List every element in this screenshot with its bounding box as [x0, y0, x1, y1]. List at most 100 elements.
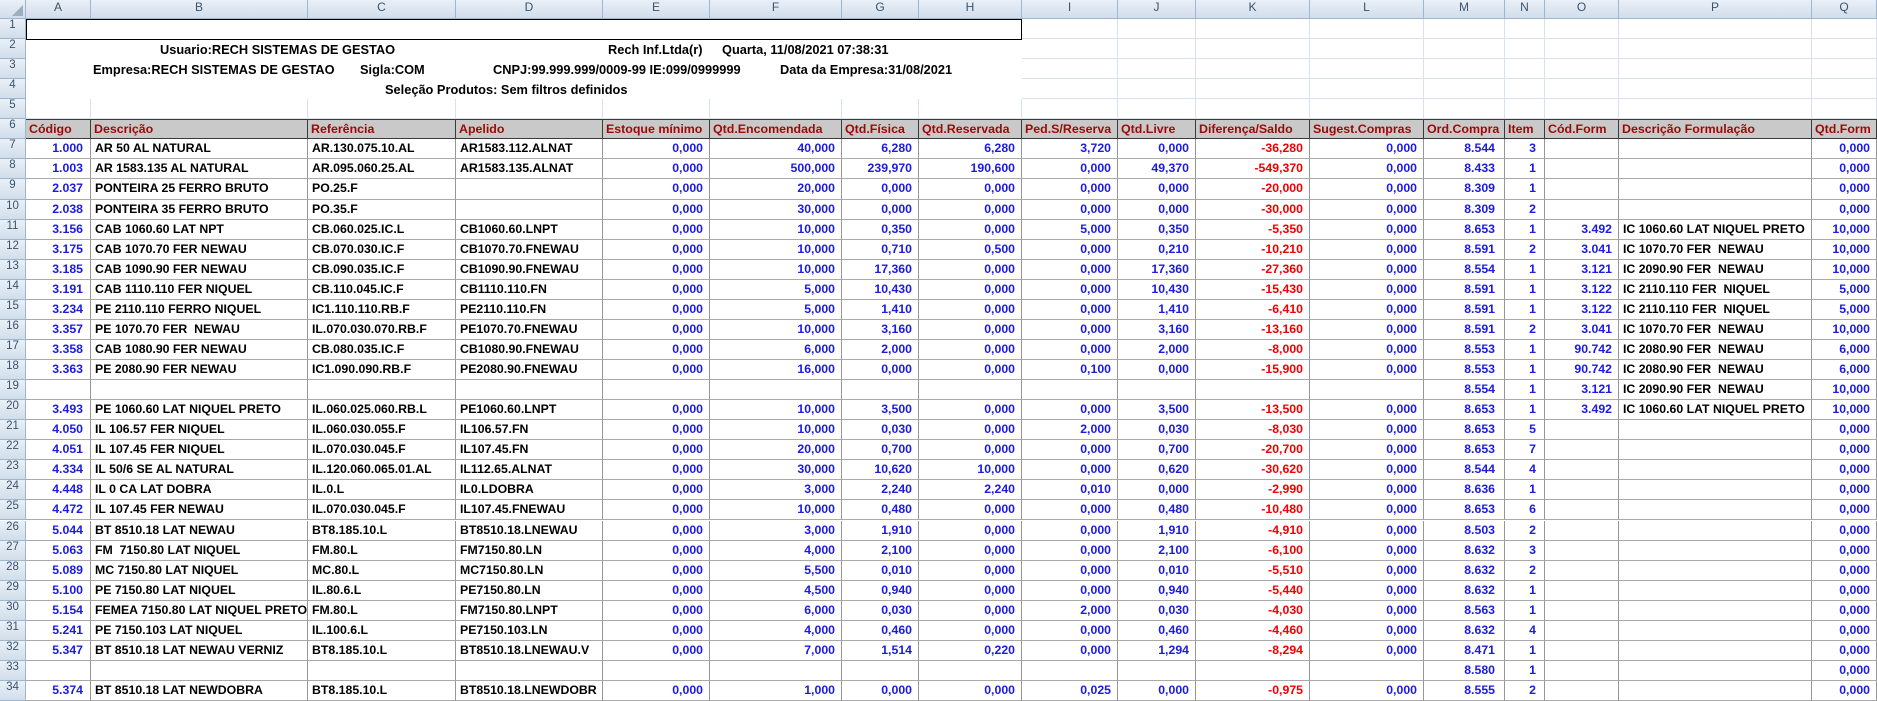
cell-G30[interactable]: 0,030: [842, 601, 919, 621]
table-header-f-qtd-encomendada[interactable]: Qtd.Encomendada: [710, 119, 842, 139]
cell-M30[interactable]: 8.563: [1424, 601, 1505, 621]
table-header-n-item[interactable]: Item: [1505, 119, 1545, 139]
cell-M2[interactable]: [1424, 39, 1505, 59]
cell-K18[interactable]: -15,900: [1196, 360, 1310, 380]
cell-L22[interactable]: 0,000: [1310, 440, 1424, 460]
row-header-27[interactable]: 27: [0, 541, 26, 561]
cell-I31[interactable]: 0,000: [1022, 621, 1118, 641]
cell-M17[interactable]: 8.553: [1424, 340, 1505, 360]
cell-P12[interactable]: IC 1070.70 FER NEWAU: [1619, 240, 1812, 260]
cell-N1[interactable]: [1505, 19, 1545, 39]
cell-L8[interactable]: 0,000: [1310, 159, 1424, 179]
cell-K17[interactable]: -8,000: [1196, 340, 1310, 360]
row-header-4[interactable]: 4: [0, 79, 26, 99]
cell-M22[interactable]: 8.653: [1424, 440, 1505, 460]
cell-A14[interactable]: 3.191: [26, 280, 91, 300]
cell-J34[interactable]: 0,000: [1118, 681, 1196, 701]
row-header-11[interactable]: 11: [0, 220, 26, 240]
cell-L23[interactable]: 0,000: [1310, 460, 1424, 480]
col-header-O[interactable]: O: [1545, 0, 1619, 19]
cell-E20[interactable]: 0,000: [603, 400, 710, 420]
cell-I15[interactable]: 0,000: [1022, 300, 1118, 320]
cell-E34[interactable]: 0,000: [603, 681, 710, 701]
cell-O3[interactable]: [1545, 59, 1619, 79]
cell-J26[interactable]: 1,910: [1118, 521, 1196, 541]
cell-O14[interactable]: 3.122: [1545, 280, 1619, 300]
cell-L16[interactable]: 0,000: [1310, 320, 1424, 340]
cell-F27[interactable]: 4,000: [710, 541, 842, 561]
cell-P4[interactable]: [1619, 79, 1812, 99]
cell-I24[interactable]: 0,010: [1022, 480, 1118, 500]
cell-K14[interactable]: -15,430: [1196, 280, 1310, 300]
cell-G24[interactable]: 2,240: [842, 480, 919, 500]
cell-N9[interactable]: 1: [1505, 179, 1545, 199]
cell-N15[interactable]: 1: [1505, 300, 1545, 320]
cell-A33[interactable]: [26, 661, 91, 681]
cell-M13[interactable]: 8.554: [1424, 260, 1505, 280]
cell-H17[interactable]: 0,000: [919, 340, 1022, 360]
row-header-18[interactable]: 18: [0, 360, 26, 380]
cell-O10[interactable]: [1545, 200, 1619, 220]
col-header-M[interactable]: M: [1424, 0, 1505, 19]
cell-N25[interactable]: 6: [1505, 500, 1545, 520]
cell-N7[interactable]: 3: [1505, 139, 1545, 159]
cell-I14[interactable]: 0,000: [1022, 280, 1118, 300]
cell-P20[interactable]: IC 1060.60 LAT NIQUEL PRETO: [1619, 400, 1812, 420]
cell-I2[interactable]: [1022, 39, 1118, 59]
cell-E32[interactable]: 0,000: [603, 641, 710, 661]
cell-E5[interactable]: [603, 99, 710, 119]
cell-L12[interactable]: 0,000: [1310, 240, 1424, 260]
cell-B20[interactable]: PE 1060.60 LAT NIQUEL PRETO: [91, 400, 308, 420]
report-usuario[interactable]: Usuario:RECH SISTEMAS DE GESTAO: [160, 40, 395, 60]
cell-L3[interactable]: [1310, 59, 1424, 79]
row-header-31[interactable]: 31: [0, 621, 26, 641]
cell-Q30[interactable]: 0,000: [1812, 601, 1877, 621]
cell-B30[interactable]: FEMEA 7150.80 LAT NIQUEL PRETO: [91, 601, 308, 621]
row-header-16[interactable]: 16: [0, 320, 26, 340]
cell-O11[interactable]: 3.492: [1545, 220, 1619, 240]
select-all-corner[interactable]: [0, 0, 26, 19]
cell-G25[interactable]: 0,480: [842, 500, 919, 520]
col-header-D[interactable]: D: [456, 0, 603, 19]
cell-A12[interactable]: 3.175: [26, 240, 91, 260]
row-header-3[interactable]: 3: [0, 59, 26, 79]
row-header-24[interactable]: 24: [0, 480, 26, 500]
cell-J31[interactable]: 0,460: [1118, 621, 1196, 641]
cell-K33[interactable]: [1196, 661, 1310, 681]
cell-J22[interactable]: 0,700: [1118, 440, 1196, 460]
cell-E15[interactable]: 0,000: [603, 300, 710, 320]
cell-D33[interactable]: [456, 661, 603, 681]
cell-F14[interactable]: 5,000: [710, 280, 842, 300]
cell-O31[interactable]: [1545, 621, 1619, 641]
cell-C32[interactable]: BT8.185.10.L: [308, 641, 456, 661]
cell-M19[interactable]: 8.554: [1424, 380, 1505, 400]
cell-H14[interactable]: 0,000: [919, 280, 1022, 300]
cell-A11[interactable]: 3.156: [26, 220, 91, 240]
table-header-j-qtd-livre[interactable]: Qtd.Livre: [1118, 119, 1196, 139]
cell-D24[interactable]: IL0.LDOBRA: [456, 480, 603, 500]
cell-G14[interactable]: 10,430: [842, 280, 919, 300]
cell-G19[interactable]: [842, 380, 919, 400]
cell-Q3[interactable]: [1812, 59, 1877, 79]
cell-P11[interactable]: IC 1060.60 LAT NIQUEL PRETO: [1619, 220, 1812, 240]
cell-C16[interactable]: IL.070.030.070.RB.F: [308, 320, 456, 340]
cell-G8[interactable]: 239,970: [842, 159, 919, 179]
cell-F34[interactable]: 1,000: [710, 681, 842, 701]
cell-D20[interactable]: PE1060.60.LNPT: [456, 400, 603, 420]
col-header-F[interactable]: F: [710, 0, 842, 19]
cell-M24[interactable]: 8.636: [1424, 480, 1505, 500]
cell-O22[interactable]: [1545, 440, 1619, 460]
cell-J19[interactable]: [1118, 380, 1196, 400]
cell-P22[interactable]: [1619, 440, 1812, 460]
cell-D14[interactable]: CB1110.110.FN: [456, 280, 603, 300]
cell-C31[interactable]: IL.100.6.L: [308, 621, 456, 641]
table-header-d-apelido[interactable]: Apelido: [456, 119, 603, 139]
cell-J13[interactable]: 17,360: [1118, 260, 1196, 280]
cell-F32[interactable]: 7,000: [710, 641, 842, 661]
cell-I18[interactable]: 0,100: [1022, 360, 1118, 380]
table-header-g-qtd-f-sica[interactable]: Qtd.Física: [842, 119, 919, 139]
report-sigla[interactable]: Sigla:COM: [360, 60, 425, 80]
cell-M16[interactable]: 8.591: [1424, 320, 1505, 340]
cell-N33[interactable]: 1: [1505, 661, 1545, 681]
cell-B10[interactable]: PONTEIRA 35 FERRO BRUTO: [91, 200, 308, 220]
